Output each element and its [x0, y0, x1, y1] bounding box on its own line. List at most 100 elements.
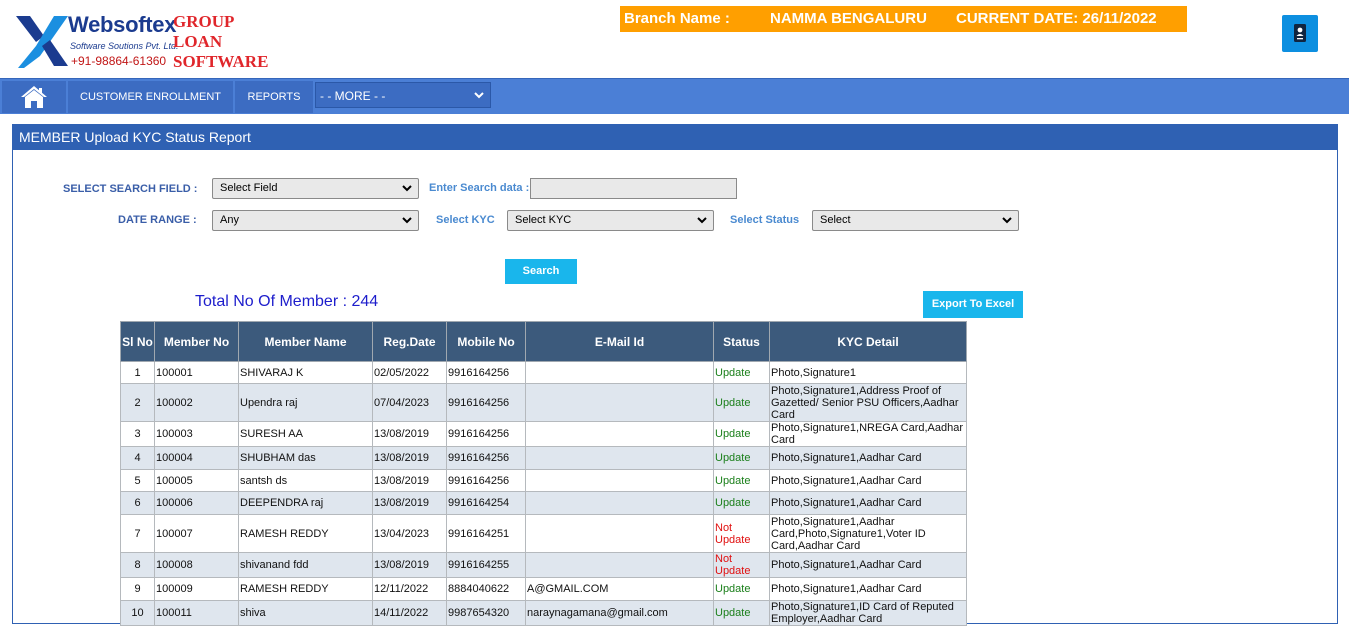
brand-name: Websoftex: [68, 12, 177, 37]
home-nav-button[interactable]: [2, 81, 66, 113]
table-cell-mobile: 9916164256: [446, 421, 526, 447]
table-cell-status: Update: [713, 421, 770, 447]
table-cell-sl: 9: [120, 577, 155, 601]
nav-customer-enrollment[interactable]: CUSTOMER ENROLLMENT: [68, 81, 233, 113]
table-cell-name: SURESH AA: [238, 421, 373, 447]
brand-phone: +91-98864-61360: [71, 54, 167, 68]
table-cell-member-no: 100003: [154, 421, 239, 447]
search-field-value: Select Field: [220, 182, 278, 194]
column-header: Reg.Date: [372, 321, 447, 362]
column-header: KYC Detail: [769, 321, 967, 362]
table-cell-email: [525, 383, 714, 422]
brand-tagline: Software Soutions Pvt. Ltd.: [70, 41, 179, 51]
table-row: 3 100003 SURESH AA 13/08/2019 9916164256 Upda…: [120, 421, 967, 447]
table-cell-sl: 2: [120, 383, 155, 422]
column-header: Mobile No: [446, 321, 526, 362]
table-cell-kyc: Photo,Signature1,NREGA Card,Aadhar Card: [769, 421, 967, 447]
table-cell-mobile: 9916164256: [446, 361, 526, 384]
export-excel-button[interactable]: Export To Excel: [923, 291, 1023, 318]
table-cell-kyc: Photo,Signature1,ID Card of Reputed Empl…: [769, 600, 967, 626]
table-row: 8 100008 shivanand fdd 13/08/2019 9916164255…: [120, 552, 967, 578]
table-cell-reg-date: 14/11/2022: [372, 600, 447, 626]
table-cell-email: A@GMAIL.COM: [525, 577, 714, 601]
total-members: Total No Of Member : 244: [195, 293, 379, 310]
table-cell-mobile: 9916164255: [446, 552, 526, 578]
nav-reports[interactable]: REPORTS: [235, 81, 313, 113]
table-cell-reg-date: 13/04/2023: [372, 514, 447, 553]
search-data-input[interactable]: [530, 178, 737, 199]
search-data-label: Enter Search data :: [429, 182, 530, 194]
table-row: 1 100001 SHIVARAJ K 02/05/2022 9916164256 Upd…: [120, 361, 967, 384]
table-cell-member-no: 100007: [154, 514, 239, 553]
table-row: 7 100007 RAMESH REDDY 13/04/2023 9916164251 N…: [120, 514, 967, 553]
table-cell-mobile: 9916164256: [446, 469, 526, 492]
table-cell-sl: 6: [120, 491, 155, 515]
column-header: Member No: [154, 321, 239, 362]
table-cell-reg-date: 07/04/2023: [372, 383, 447, 422]
table-cell-member-no: 100008: [154, 552, 239, 578]
table-cell-sl: 1: [120, 361, 155, 384]
table-cell-kyc: Photo,Signature1,Aadhar Card: [769, 577, 967, 601]
status-label: Select Status: [730, 214, 800, 226]
app-title-line: GROUP: [173, 12, 235, 31]
table-row: 6 100006 DEEPENDRA raj 13/08/2019 9916164254…: [120, 491, 967, 515]
table-cell-status: Update: [713, 491, 770, 515]
page-title: MEMBER Upload KYC Status Report: [13, 125, 1337, 150]
table-cell-status: Update: [713, 577, 770, 601]
table-row: 10 100011 shiva 14/11/2022 9987654320 narayna…: [120, 600, 967, 626]
status-value: Select: [820, 214, 851, 226]
table-cell-status: Update: [713, 361, 770, 384]
table-cell-kyc: Photo,Signature1,Aadhar Card: [769, 446, 967, 470]
table-cell-email: naraynagamana@gmail.com: [525, 600, 714, 626]
date-range-label: DATE RANGE :: [118, 214, 197, 226]
date-range-select[interactable]: Any: [212, 210, 419, 231]
table-cell-email: [525, 446, 714, 470]
contact-card-icon: [1294, 24, 1306, 42]
table-cell-name: santsh ds: [238, 469, 373, 492]
table-cell-name: RAMESH REDDY: [238, 514, 373, 553]
branch-label: Branch Name :: [624, 10, 730, 27]
more-menu-select[interactable]: - - MORE - -: [315, 82, 491, 108]
table-cell-reg-date: 12/11/2022: [372, 577, 447, 601]
search-button[interactable]: Search: [505, 259, 577, 284]
table-cell-status: Not Update: [713, 514, 770, 553]
websoftex-logo-icon: [16, 16, 68, 68]
kyc-select[interactable]: Select KYC: [507, 210, 714, 231]
table-cell-name: shiva: [238, 600, 373, 626]
table-cell-name: RAMESH REDDY: [238, 577, 373, 601]
table-cell-name: Upendra raj: [238, 383, 373, 422]
chevron-down-icon: [402, 179, 412, 205]
table-cell-mobile: 9987654320: [446, 600, 526, 626]
table-row: 2 100002 Upendra raj 07/04/2023 9916164256 Up…: [120, 383, 967, 422]
column-header: Status: [713, 321, 770, 362]
kyc-status-table: Sl No Member No Member Name Reg.Date Mob…: [120, 321, 967, 626]
table-cell-kyc: Photo,Signature1: [769, 361, 967, 384]
table-cell-kyc: Photo,Signature1,Aadhar Card,Photo,Signa…: [769, 514, 967, 553]
table-cell-status: Not Update: [713, 552, 770, 578]
table-cell-kyc: Photo,Signature1,Aadhar Card: [769, 552, 967, 578]
app-title-line: LOAN: [173, 32, 223, 51]
status-select[interactable]: Select: [812, 210, 1019, 231]
table-cell-email: [525, 421, 714, 447]
current-date: CURRENT DATE: 26/11/2022: [956, 10, 1157, 27]
app-header: Websoftex Software Soutions Pvt. Ltd. +9…: [0, 0, 1349, 78]
table-cell-member-no: 100011: [154, 600, 239, 626]
table-cell-mobile: 9916164256: [446, 446, 526, 470]
table-cell-name: shivanand fdd: [238, 552, 373, 578]
table-row: 9 100009 RAMESH REDDY 12/11/2022 8884040622 A…: [120, 577, 967, 601]
table-cell-reg-date: 13/08/2019: [372, 469, 447, 492]
table-cell-status: Update: [713, 446, 770, 470]
chevron-down-icon: [474, 83, 484, 118]
branch-value: NAMMA BENGALURU: [770, 10, 927, 27]
table-cell-name: DEEPENDRA raj: [238, 491, 373, 515]
table-cell-kyc: Photo,Signature1,Address Proof of Gazett…: [769, 383, 967, 422]
table-cell-status: Update: [713, 383, 770, 422]
table-header-row: Sl No Member No Member Name Reg.Date Mob…: [120, 321, 967, 362]
table-cell-member-no: 100001: [154, 361, 239, 384]
profile-button[interactable]: [1282, 15, 1318, 52]
table-cell-member-no: 100002: [154, 383, 239, 422]
search-field-select[interactable]: Select Field: [212, 178, 419, 199]
table-cell-status: Update: [713, 600, 770, 626]
table-cell-sl: 5: [120, 469, 155, 492]
app-title: GROUP LOAN SOFTWARE: [173, 12, 268, 72]
